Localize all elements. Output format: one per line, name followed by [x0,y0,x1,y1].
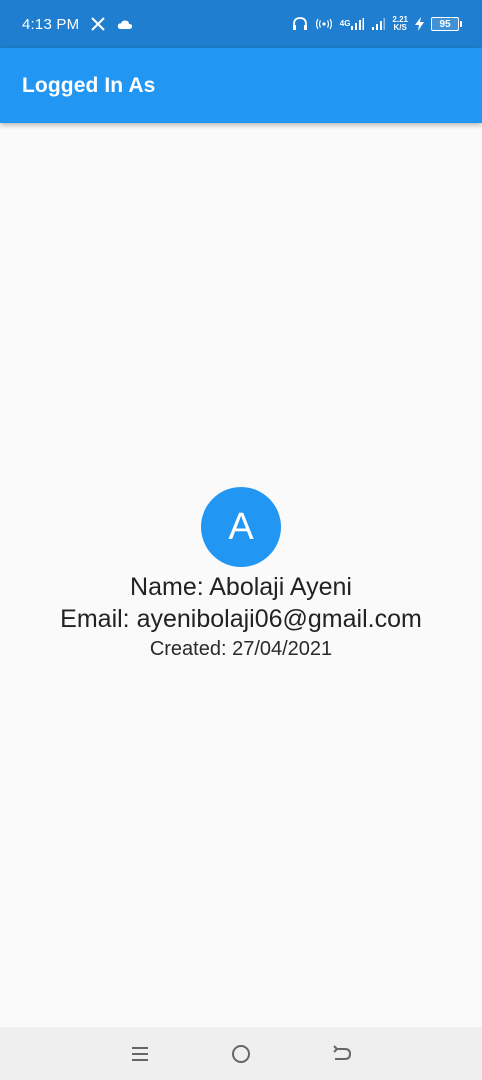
user-name: Name: Abolaji Ayeni [130,573,352,601]
avatar-letter: A [228,505,254,548]
mobile-signal-4g-icon: 4G [340,18,365,30]
back-button[interactable] [322,1034,362,1074]
battery-tip [460,21,462,27]
user-email: Email: ayenibolaji06@gmail.com [60,605,422,633]
home-button[interactable] [221,1034,261,1074]
avatar: A [201,487,281,567]
signal-bars-icon [371,18,386,30]
status-right: 4G 2.21 K/S 95 [292,16,462,32]
app-bar: Logged In As [0,48,482,123]
account-created-date: Created: 27/04/2021 [149,638,333,660]
recent-apps-button[interactable] [120,1034,160,1074]
screen: 4:13 PM 4G 2.21 K/S 95 Logged In As A Na… [0,0,482,1080]
status-left: 4:13 PM [22,16,133,33]
hotspot-icon [315,18,333,30]
charging-bolt-icon [415,17,424,31]
status-time: 4:13 PM [22,15,80,33]
headphones-icon [292,17,308,31]
battery-indicator: 95 [431,17,462,31]
status-bar: 4:13 PM 4G 2.21 K/S 95 [0,0,482,48]
app-bar-title: Logged In As [22,73,156,97]
system-navigation-bar [0,1027,482,1080]
x-app-icon [91,17,105,31]
back-icon [332,1044,351,1060]
cloud-icon [117,19,133,30]
battery-level: 95 [431,17,459,31]
home-circle-icon [231,1044,250,1063]
network-speed-unit: K/S [393,23,407,32]
menu-icon [132,1046,149,1061]
network-type-label: 4G [339,19,351,28]
profile-card: A Name: Abolaji Ayeni Email: ayenibolaji… [0,487,482,663]
network-speed: 2.21 K/S [392,16,408,32]
